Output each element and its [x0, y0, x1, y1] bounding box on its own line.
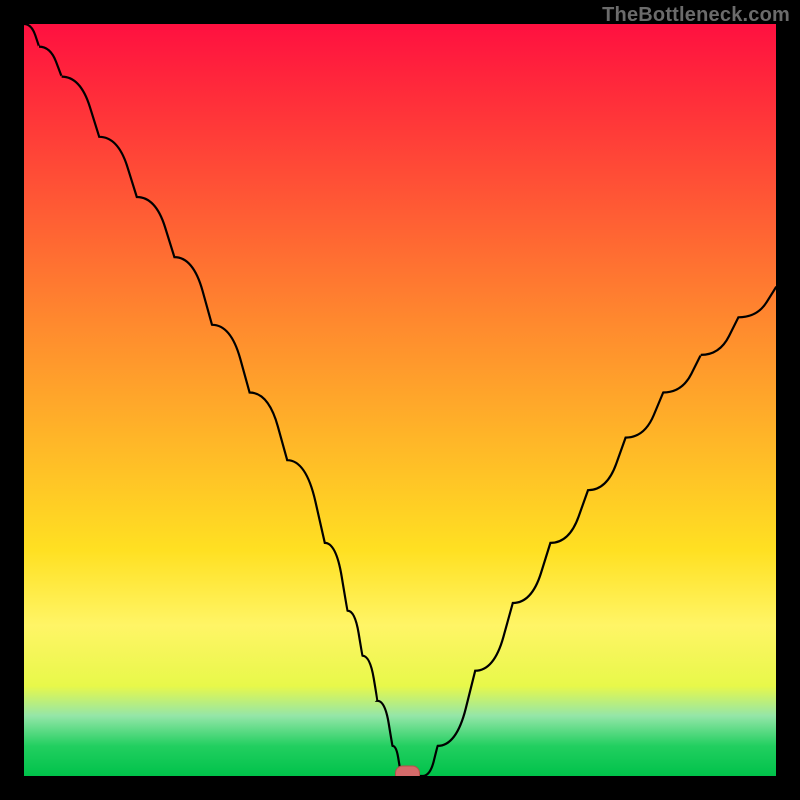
watermark-text: TheBottleneck.com	[602, 4, 790, 27]
optimal-marker	[396, 766, 420, 776]
bottleneck-curve	[24, 24, 776, 776]
chart-svg	[24, 24, 776, 776]
chart-frame: TheBottleneck.com	[0, 0, 800, 800]
plot-area	[24, 24, 776, 776]
